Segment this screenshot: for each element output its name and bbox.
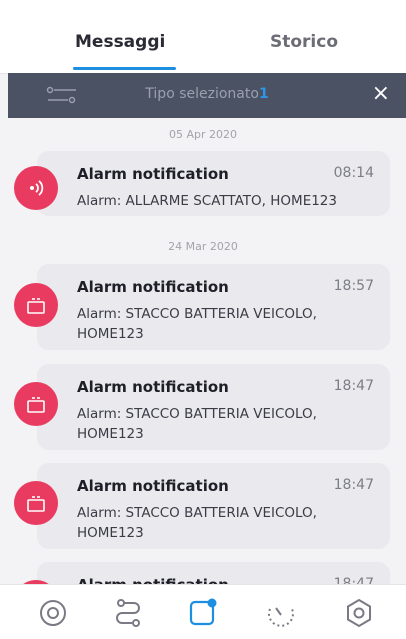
tab-messaggi[interactable]: Messaggi — [75, 32, 165, 52]
message-time: 18:57 — [333, 278, 374, 294]
date-header: 05 Apr 2020 — [168, 128, 237, 141]
speedometer-icon[interactable] — [265, 597, 297, 629]
close-filter-button[interactable]: × — [372, 82, 390, 106]
message-title: Alarm notification — [77, 378, 229, 396]
message-body: Alarm: STACCO BATTERIA VEICOLO, HOME123 — [77, 306, 317, 342]
alarm-signal-icon — [14, 166, 58, 210]
filter-bar: Tipo selezionato1 × — [8, 73, 406, 118]
tab-bar: Messaggi Storico — [0, 0, 406, 74]
message-time: 08:14 — [333, 165, 374, 181]
filter-status: Tipo selezionato1 — [8, 86, 406, 102]
battery-disconnect-icon — [14, 283, 58, 327]
message-card[interactable]: Alarm notification 18:47 — [37, 562, 390, 584]
message-body: Alarm: STACCO BATTERIA VEICOLO, HOME123 — [77, 406, 317, 442]
message-card[interactable]: Alarm notification 18:47 Alarm: STACCO B… — [37, 463, 390, 549]
message-time: 18:47 — [333, 378, 374, 394]
date-header: 24 Mar 2020 — [168, 240, 238, 253]
message-title: Alarm notification — [77, 576, 229, 584]
message-card[interactable]: Alarm notification 18:47 Alarm: STACCO B… — [37, 364, 390, 450]
message-title: Alarm notification — [77, 165, 229, 183]
message-time: 18:47 — [333, 477, 374, 493]
active-tab-indicator — [73, 67, 176, 70]
messages-icon[interactable] — [187, 597, 219, 629]
message-body: Alarm: ALLARME SCATTATO, HOME123 — [77, 193, 337, 209]
bottom-navigation — [0, 584, 406, 639]
filter-count: 1 — [258, 86, 269, 102]
route-icon[interactable] — [112, 597, 144, 629]
message-title: Alarm notification — [77, 477, 229, 495]
message-card[interactable]: Alarm notification 08:14 Alarm: ALLARME … — [37, 151, 390, 216]
message-body: Alarm: STACCO BATTERIA VEICOLO, HOME123 — [77, 505, 317, 541]
home-icon[interactable] — [37, 597, 69, 629]
battery-disconnect-icon — [14, 481, 58, 525]
message-title: Alarm notification — [77, 278, 229, 296]
message-time: 18:47 — [333, 576, 374, 584]
settings-icon[interactable] — [343, 597, 375, 629]
message-card[interactable]: Alarm notification 18:57 Alarm: STACCO B… — [37, 264, 390, 350]
tab-storico[interactable]: Storico — [270, 32, 338, 52]
battery-disconnect-icon — [14, 382, 58, 426]
message-list[interactable]: 05 Apr 2020 Alarm notification 08:14 Ala… — [0, 118, 406, 584]
filter-label: Tipo selezionato — [145, 86, 259, 102]
